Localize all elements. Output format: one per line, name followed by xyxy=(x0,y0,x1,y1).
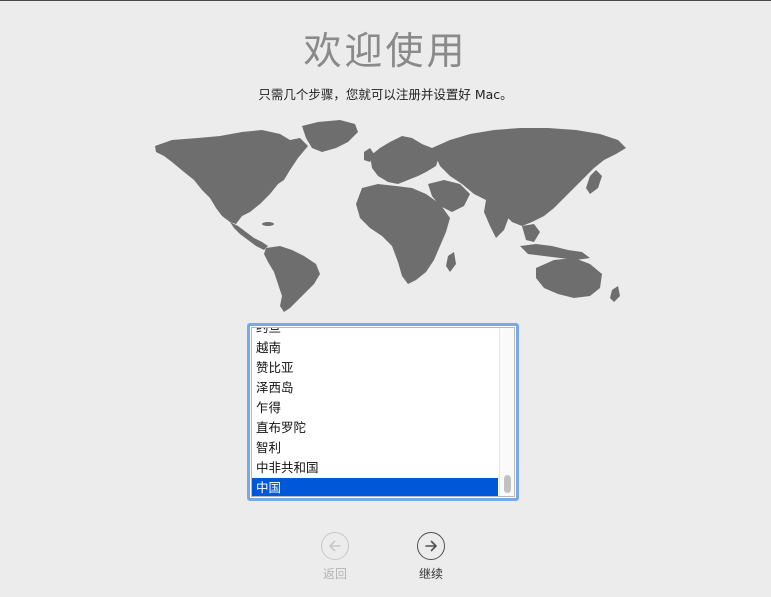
map-japan xyxy=(586,170,602,194)
map-greenland xyxy=(302,120,358,152)
country-list-items: 约旦 越南 赞比亚 泽西岛 乍得 直布罗陀 智利 中非共和国 中国 xyxy=(252,328,498,496)
continue-button-label: 继续 xyxy=(418,567,443,581)
back-button[interactable]: 返回 xyxy=(305,532,365,584)
map-caribbean xyxy=(262,222,274,226)
list-scrollbar[interactable] xyxy=(499,328,514,496)
world-map xyxy=(155,120,626,312)
list-item[interactable]: 赞比亚 xyxy=(252,358,498,378)
country-list[interactable]: 约旦 越南 赞比亚 泽西岛 乍得 直布罗陀 智利 中非共和国 中国 xyxy=(247,323,519,501)
map-indonesia xyxy=(520,244,590,260)
list-item[interactable]: 乍得 xyxy=(252,398,498,418)
continue-button[interactable]: 继续 xyxy=(401,532,461,584)
list-item[interactable]: 直布罗陀 xyxy=(252,418,498,438)
list-item[interactable]: 越南 xyxy=(252,338,498,358)
list-item[interactable]: 中非共和国 xyxy=(252,458,498,478)
page-title: 欢迎使用 xyxy=(303,29,468,73)
list-item[interactable]: 泽西岛 xyxy=(252,378,498,398)
window-top-edge xyxy=(0,0,771,1)
list-item-selected[interactable]: 中国 xyxy=(252,478,498,496)
list-scrollbar-thumb[interactable] xyxy=(504,475,511,493)
map-australia xyxy=(536,258,602,298)
arrow-right-circle-icon xyxy=(417,532,445,560)
arrow-left-circle-icon xyxy=(321,532,349,560)
map-europe xyxy=(370,136,440,184)
map-central-america xyxy=(230,222,268,250)
map-new-zealand xyxy=(610,286,620,302)
page-subtitle: 只需几个步骤，您就可以注册并设置好 Mac。 xyxy=(258,87,513,102)
country-list-frame: 约旦 越南 赞比亚 泽西岛 乍得 直布罗陀 智利 中非共和国 中国 xyxy=(251,327,515,497)
list-item[interactable]: 约旦 xyxy=(252,328,498,338)
back-button-label: 返回 xyxy=(322,567,347,581)
map-madagascar xyxy=(446,252,456,272)
map-south-america xyxy=(264,246,320,312)
map-southeast-asia xyxy=(522,224,540,242)
map-north-america xyxy=(155,130,308,224)
list-item[interactable]: 智利 xyxy=(252,438,498,458)
